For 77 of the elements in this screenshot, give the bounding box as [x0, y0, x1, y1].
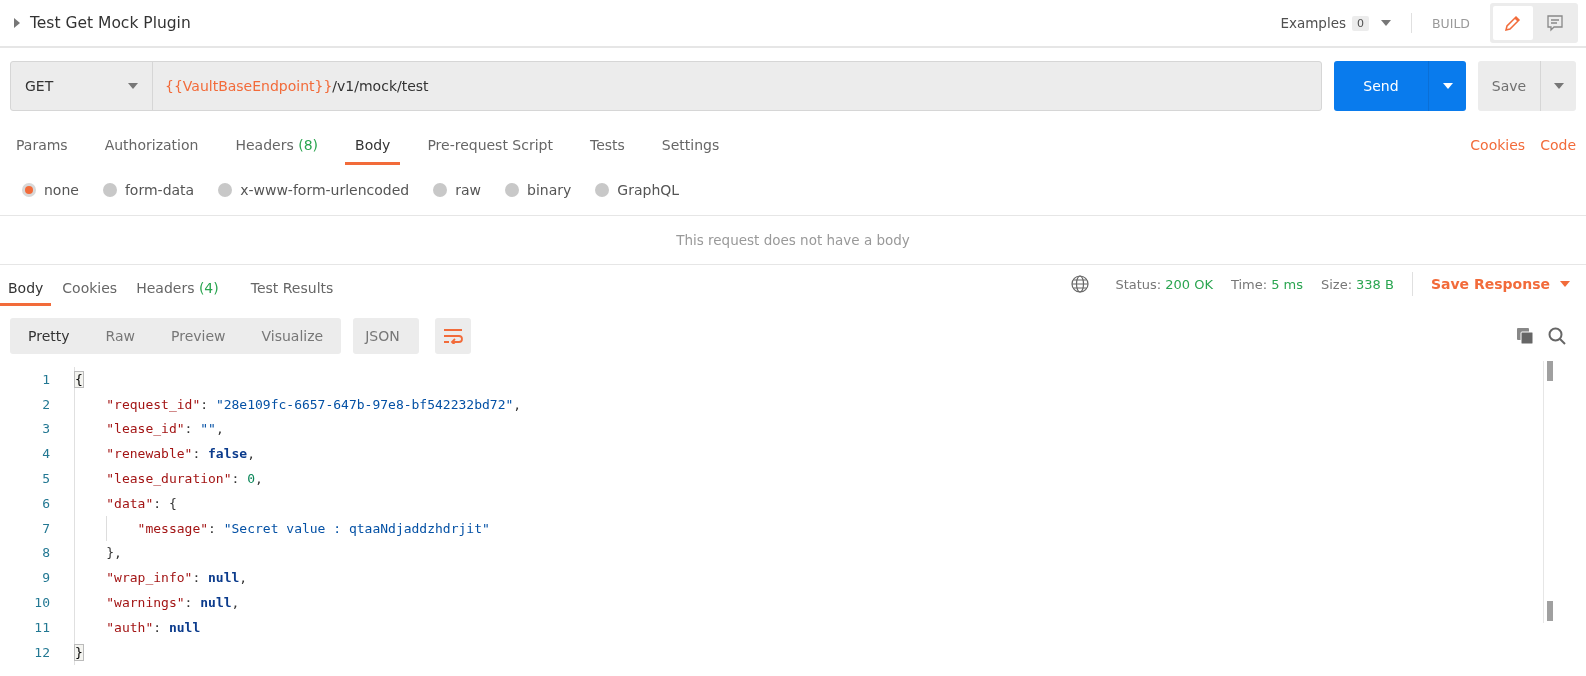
- response-tab[interactable]: Headers (4): [128, 272, 227, 306]
- response-tab[interactable]: Body: [0, 272, 52, 306]
- radio-button[interactable]: [218, 183, 233, 197]
- radio-label[interactable]: form-data: [124, 182, 195, 198]
- build-label: BUILD: [1432, 15, 1470, 31]
- request-link[interactable]: Code: [1540, 137, 1576, 165]
- code-line: "data": {: [106, 494, 177, 513]
- url-field[interactable]: {{VaultBaseEndpoint}}/v1/mock/test: [153, 62, 1321, 110]
- request-title: Test Get Mock Plugin: [30, 14, 191, 32]
- search-icon[interactable]: [1548, 327, 1566, 345]
- code-line: "warnings": null,: [106, 594, 240, 613]
- code-line: "auth": null: [106, 618, 201, 637]
- request-tab[interactable]: Tests: [579, 129, 635, 165]
- line-number: 11: [33, 619, 51, 635]
- code-line: },: [106, 544, 122, 563]
- line-number: 8: [41, 545, 51, 561]
- line-number: 12: [33, 644, 51, 660]
- caret-icon: [1553, 83, 1564, 89]
- wrap-lines-button[interactable]: [435, 318, 472, 354]
- view-mode-tab[interactable]: Preview: [153, 318, 244, 354]
- line-number: 1: [41, 371, 51, 387]
- response-meta: Status: 200 OK: [1115, 276, 1213, 292]
- examples-count: 0: [1352, 15, 1369, 31]
- request-tab[interactable]: Settings: [651, 129, 730, 165]
- expand-icon[interactable]: [14, 18, 20, 28]
- request-tab[interactable]: Pre-request Script: [417, 129, 563, 165]
- line-number: 3: [41, 421, 51, 437]
- format-dropdown[interactable]: JSON: [353, 318, 420, 354]
- code-line: "request_id": "28e109fc-6657-647b-97e8-bf542232bd72",: [106, 395, 522, 414]
- line-number: 7: [41, 520, 51, 536]
- radio-label[interactable]: none: [44, 182, 79, 198]
- radio-label[interactable]: GraphQL: [617, 182, 680, 198]
- line-number: 6: [41, 495, 51, 511]
- radio-label[interactable]: binary: [527, 182, 572, 198]
- code-line: "lease_duration": 0,: [106, 470, 263, 489]
- view-mode-tab[interactable]: Pretty: [10, 318, 88, 354]
- copy-icon[interactable]: [1516, 327, 1534, 345]
- line-number: 4: [41, 446, 51, 462]
- line-number: 2: [41, 396, 51, 412]
- radio-label[interactable]: x-www-form-urlencoded: [240, 182, 410, 198]
- request-tab[interactable]: Body: [345, 129, 401, 165]
- view-mode-tab[interactable]: Visualize: [243, 318, 342, 354]
- comment-icon: [1545, 13, 1565, 33]
- response-meta: Time: 5 ms: [1230, 276, 1303, 292]
- radio-button[interactable]: [505, 183, 520, 197]
- response-tab[interactable]: Cookies: [54, 272, 126, 306]
- request-tab[interactable]: Authorization: [94, 129, 209, 165]
- view-mode-tab[interactable]: Raw: [87, 318, 153, 354]
- empty-body-message: This request does not have a body: [676, 232, 910, 248]
- radio-button[interactable]: [433, 183, 448, 197]
- response-meta: Size: 338 B: [1320, 276, 1394, 292]
- examples-label[interactable]: Examples: [1280, 15, 1346, 31]
- line-number: 5: [41, 471, 51, 487]
- request-tab[interactable]: Headers (8): [225, 129, 329, 165]
- caret-icon: [1381, 20, 1391, 26]
- caret-icon: [128, 83, 138, 89]
- line-number: 10: [33, 595, 51, 611]
- radio-label[interactable]: raw: [455, 182, 482, 198]
- code-line: "message": "Secret value : qtaaNdjaddzhdrjit": [137, 519, 490, 538]
- mode-toggle[interactable]: [1493, 6, 1533, 40]
- pencil-icon: [1503, 13, 1523, 33]
- caret-icon: [1560, 281, 1570, 287]
- request-link[interactable]: Cookies: [1470, 137, 1526, 165]
- code-line: "wrap_info": null,: [106, 569, 248, 588]
- method-dropdown[interactable]: GET: [11, 62, 153, 110]
- response-tab[interactable]: Test Results: [242, 272, 342, 306]
- line-number: 9: [41, 570, 51, 586]
- code-line: "renewable": false,: [106, 445, 255, 464]
- request-tab[interactable]: Params: [6, 129, 78, 165]
- radio-button[interactable]: [595, 183, 610, 197]
- radio-button[interactable]: [22, 183, 36, 197]
- globe-icon[interactable]: [1071, 275, 1090, 293]
- save-response-button[interactable]: Save Response: [1430, 276, 1570, 292]
- radio-button[interactable]: [102, 183, 117, 197]
- wrap-icon: [443, 328, 464, 344]
- caret-icon: [1442, 83, 1453, 89]
- code-line: "lease_id": "",: [106, 420, 224, 439]
